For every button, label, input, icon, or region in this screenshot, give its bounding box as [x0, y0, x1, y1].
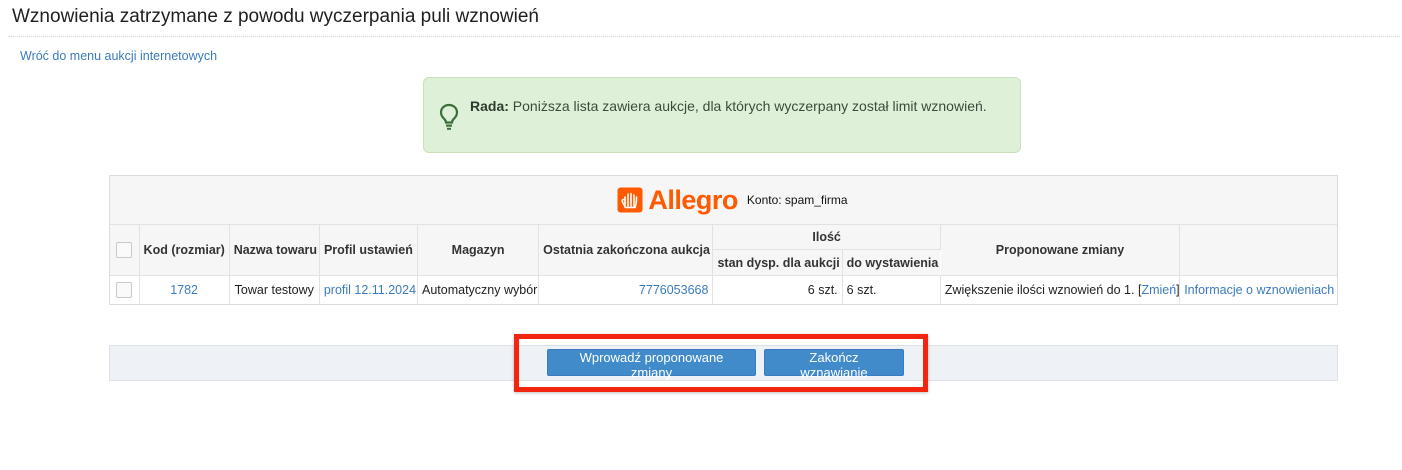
tip-message: Poniższa lista zawiera aukcje, dla który…	[512, 98, 987, 114]
row-checkbox[interactable]	[116, 282, 133, 298]
header-quantity-available: stan dysp. dla aukcji	[712, 249, 843, 276]
page-title: Wznowienia zatrzymane z powodu wyczerpan…	[12, 6, 539, 27]
header-info	[1179, 225, 1337, 276]
change-link[interactable]: Zmień	[1141, 283, 1176, 297]
header-settings-profile[interactable]: Profil ustawień	[319, 225, 418, 276]
title-divider	[8, 36, 1400, 37]
select-all-checkbox[interactable]	[116, 242, 133, 258]
row-warehouse: Automatyczny wybór	[417, 275, 540, 304]
header-code[interactable]: Kod (rozmiar)	[139, 225, 230, 276]
header-quantity-to-list: do wystawienia	[842, 249, 941, 276]
tip-text: Rada: Poniższa lista zawiera aukcje, dla…	[470, 95, 990, 117]
apply-proposed-changes-button[interactable]: Wprowadź proponowane zmiany	[547, 349, 756, 380]
tip-label: Rada:	[470, 98, 509, 114]
header-proposed-changes: Proponowane zmiany	[940, 225, 1181, 276]
tip-box: Rada: Poniższa lista zawiera aukcje, dla…	[423, 77, 1021, 153]
stopped-renewals-table: Kod (rozmiar) Nazwa towaru Profil ustawi…	[110, 225, 1337, 304]
settings-profile-link[interactable]: profil 12.11.2024	[324, 283, 416, 297]
row-product-name: Towar testowy	[229, 275, 320, 304]
finish-renewing-button[interactable]: Zakończ wznawianie	[764, 349, 904, 380]
auctions-table-panel: Allegro Konto: spam_firma Kod (rozmiar) …	[109, 175, 1338, 305]
header-last-auction[interactable]: Ostatnia zakończona aukcja	[538, 225, 714, 276]
row-profile-cell: profil 12.11.2024	[319, 275, 418, 304]
marketplace-header: Allegro Konto: spam_firma	[110, 176, 1337, 225]
row-quantity-available: 6 szt.	[712, 275, 843, 304]
header-product-name[interactable]: Nazwa towaru	[229, 225, 320, 276]
row-auction-cell: 7776053668	[538, 275, 714, 304]
renewal-info-link[interactable]: Informacje o wznowieniach	[1184, 283, 1334, 297]
table-header-row: Kod (rozmiar) Nazwa towaru Profil ustawi…	[110, 225, 1337, 276]
row-info-cell: Informacje o wznowieniach	[1180, 276, 1337, 305]
lightbulb-icon	[439, 103, 459, 130]
row-proposed-change: Zwiększenie ilości wznowień do 1. [Zmień…	[940, 275, 1181, 304]
allegro-wordmark: Allegro	[648, 184, 738, 215]
allegro-hand-icon	[617, 187, 643, 213]
proposed-change-text: Zwiększenie ilości wznowień do 1.	[944, 283, 1135, 297]
row-select-cell	[110, 275, 140, 304]
last-auction-link[interactable]: 7776053668	[639, 283, 709, 297]
header-quantity: Ilość	[712, 225, 941, 250]
allegro-logo: Allegro	[617, 184, 738, 215]
row-quantity-to-list: 6 szt.	[842, 275, 941, 304]
product-code-link[interactable]: 1782	[170, 283, 198, 297]
header-warehouse[interactable]: Magazyn	[417, 225, 540, 276]
table-row: 1782 Towar testowy profil 12.11.2024 Aut…	[110, 275, 1337, 305]
back-to-auctions-menu-link[interactable]: Wróć do menu aukcji internetowych	[20, 49, 217, 63]
row-code-cell: 1782	[139, 275, 230, 304]
account-label: Konto: spam_firma	[746, 193, 848, 207]
select-all-cell	[110, 225, 140, 276]
